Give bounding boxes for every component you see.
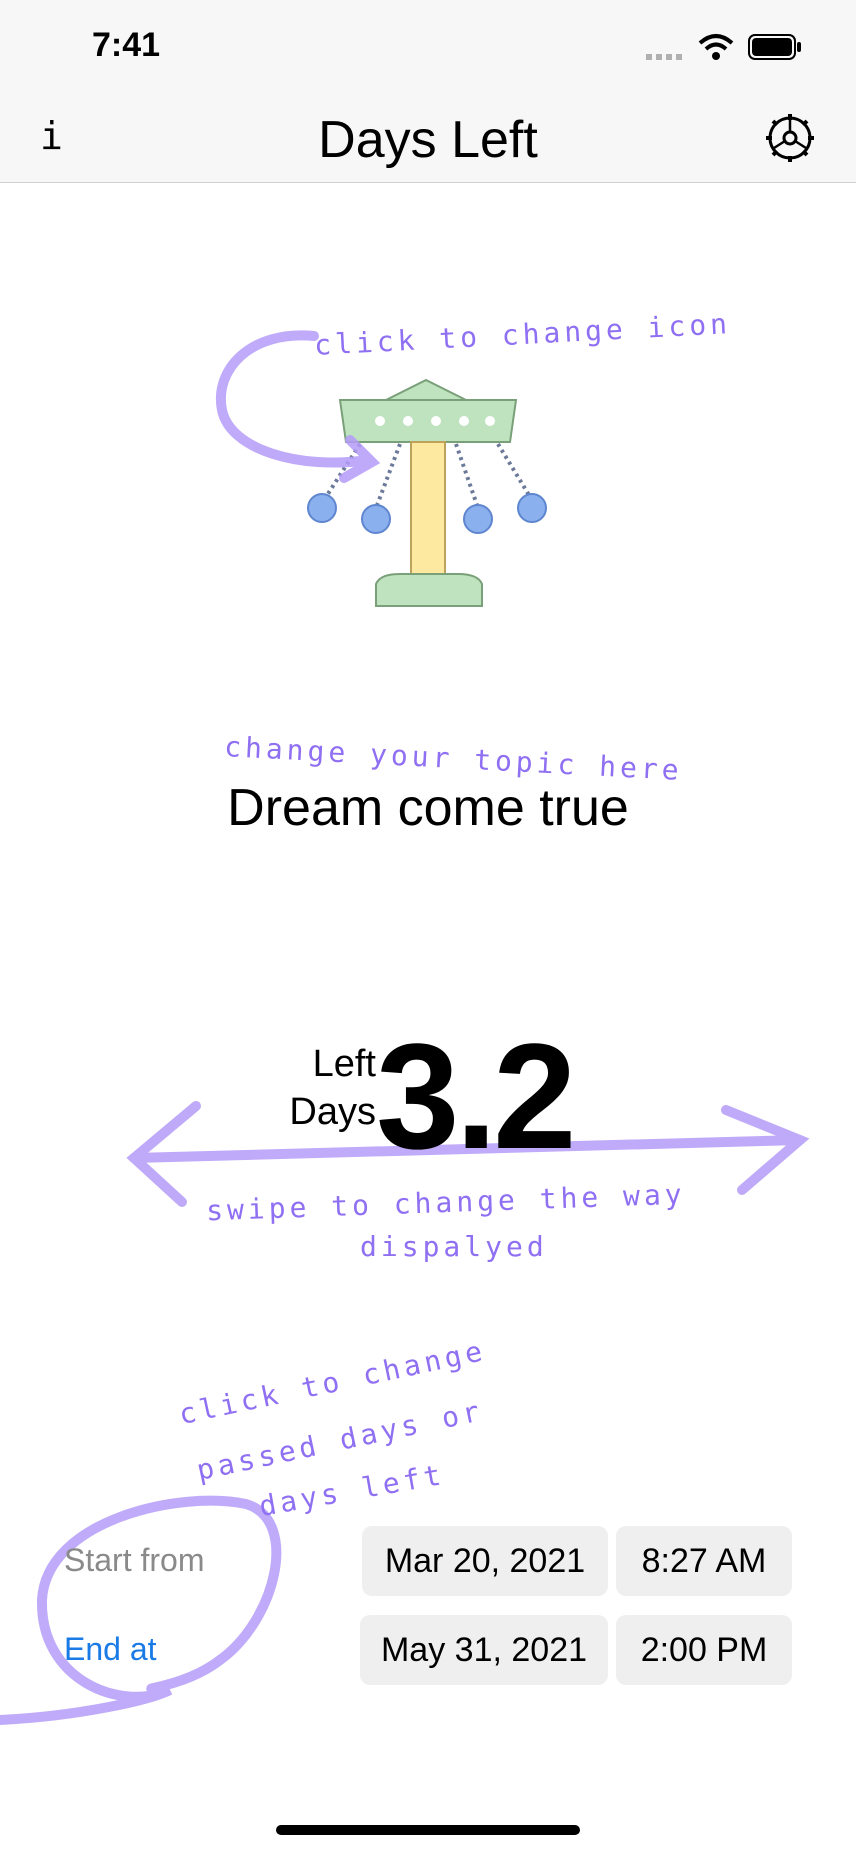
days-value: 3.2 [376, 1012, 577, 1180]
days-counter[interactable]: Left Days 3.2 [260, 1012, 620, 1180]
end-time-picker[interactable]: 2:00 PM [616, 1615, 792, 1685]
topic-title[interactable]: Dream come true [0, 778, 856, 838]
swipe-hint-annotation-line2: dispalyed [360, 1230, 548, 1263]
counter-label: Left Days [266, 1040, 376, 1136]
start-date-picker[interactable]: Mar 20, 2021 [362, 1526, 608, 1596]
home-indicator[interactable] [276, 1825, 580, 1835]
counter-label-line2: Days [289, 1091, 376, 1133]
counter-label-line1: Left [312, 1043, 376, 1085]
end-at-label[interactable]: End at [64, 1631, 157, 1668]
end-date-picker[interactable]: May 31, 2021 [360, 1615, 608, 1685]
start-from-label[interactable]: Start from [64, 1542, 204, 1579]
start-time-picker[interactable]: 8:27 AM [616, 1526, 792, 1596]
